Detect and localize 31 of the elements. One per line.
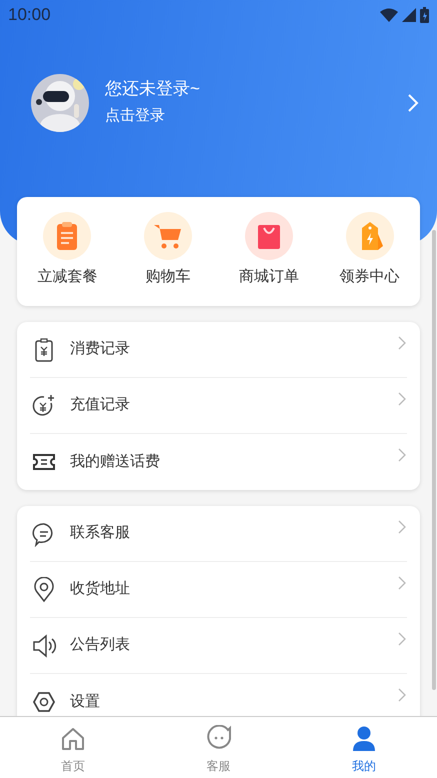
chevron-right-icon: [398, 688, 406, 702]
yen-plus-icon: [31, 392, 57, 418]
chevron-right-icon: [398, 520, 406, 534]
gear-icon: [31, 689, 57, 715]
menu-item[interactable]: 收货地址: [30, 562, 407, 618]
shortcut-button[interactable]: 立减套餐: [17, 212, 118, 306]
battery-icon: [420, 7, 429, 23]
chevron-right-icon: [398, 632, 406, 646]
tab[interactable]: 我的: [291, 717, 437, 778]
shortcut-button[interactable]: 领券中心: [319, 212, 420, 306]
chevron-right-icon: [398, 336, 406, 350]
chevron-right-icon: [398, 448, 406, 462]
speaker-icon: [31, 632, 57, 658]
menu-item[interactable]: 设置: [30, 674, 407, 716]
chevron-right-icon: [398, 392, 406, 406]
signal-icon: [402, 8, 416, 22]
chevron-right-icon: [398, 576, 406, 590]
status-time: 10:00: [8, 4, 51, 26]
shortcut-button[interactable]: 商城订单: [218, 212, 320, 306]
menu-item[interactable]: 消费记录: [30, 322, 407, 378]
shortcut-button[interactable]: 购物车: [118, 212, 218, 306]
menu-item[interactable]: 充值记录: [30, 378, 407, 434]
menu-item[interactable]: 公告列表: [30, 618, 407, 674]
tab[interactable]: 客服: [146, 717, 292, 778]
menu-item[interactable]: 联系客服: [30, 506, 407, 562]
tab[interactable]: 首页: [0, 717, 146, 778]
menu-item[interactable]: 我的赠送话费: [30, 434, 407, 490]
chevron-right-icon: [407, 93, 419, 113]
login-link[interactable]: 点击登录: [105, 104, 407, 128]
wifi-icon: [380, 8, 398, 22]
login-prompt[interactable]: 您还未登录~: [105, 78, 407, 99]
